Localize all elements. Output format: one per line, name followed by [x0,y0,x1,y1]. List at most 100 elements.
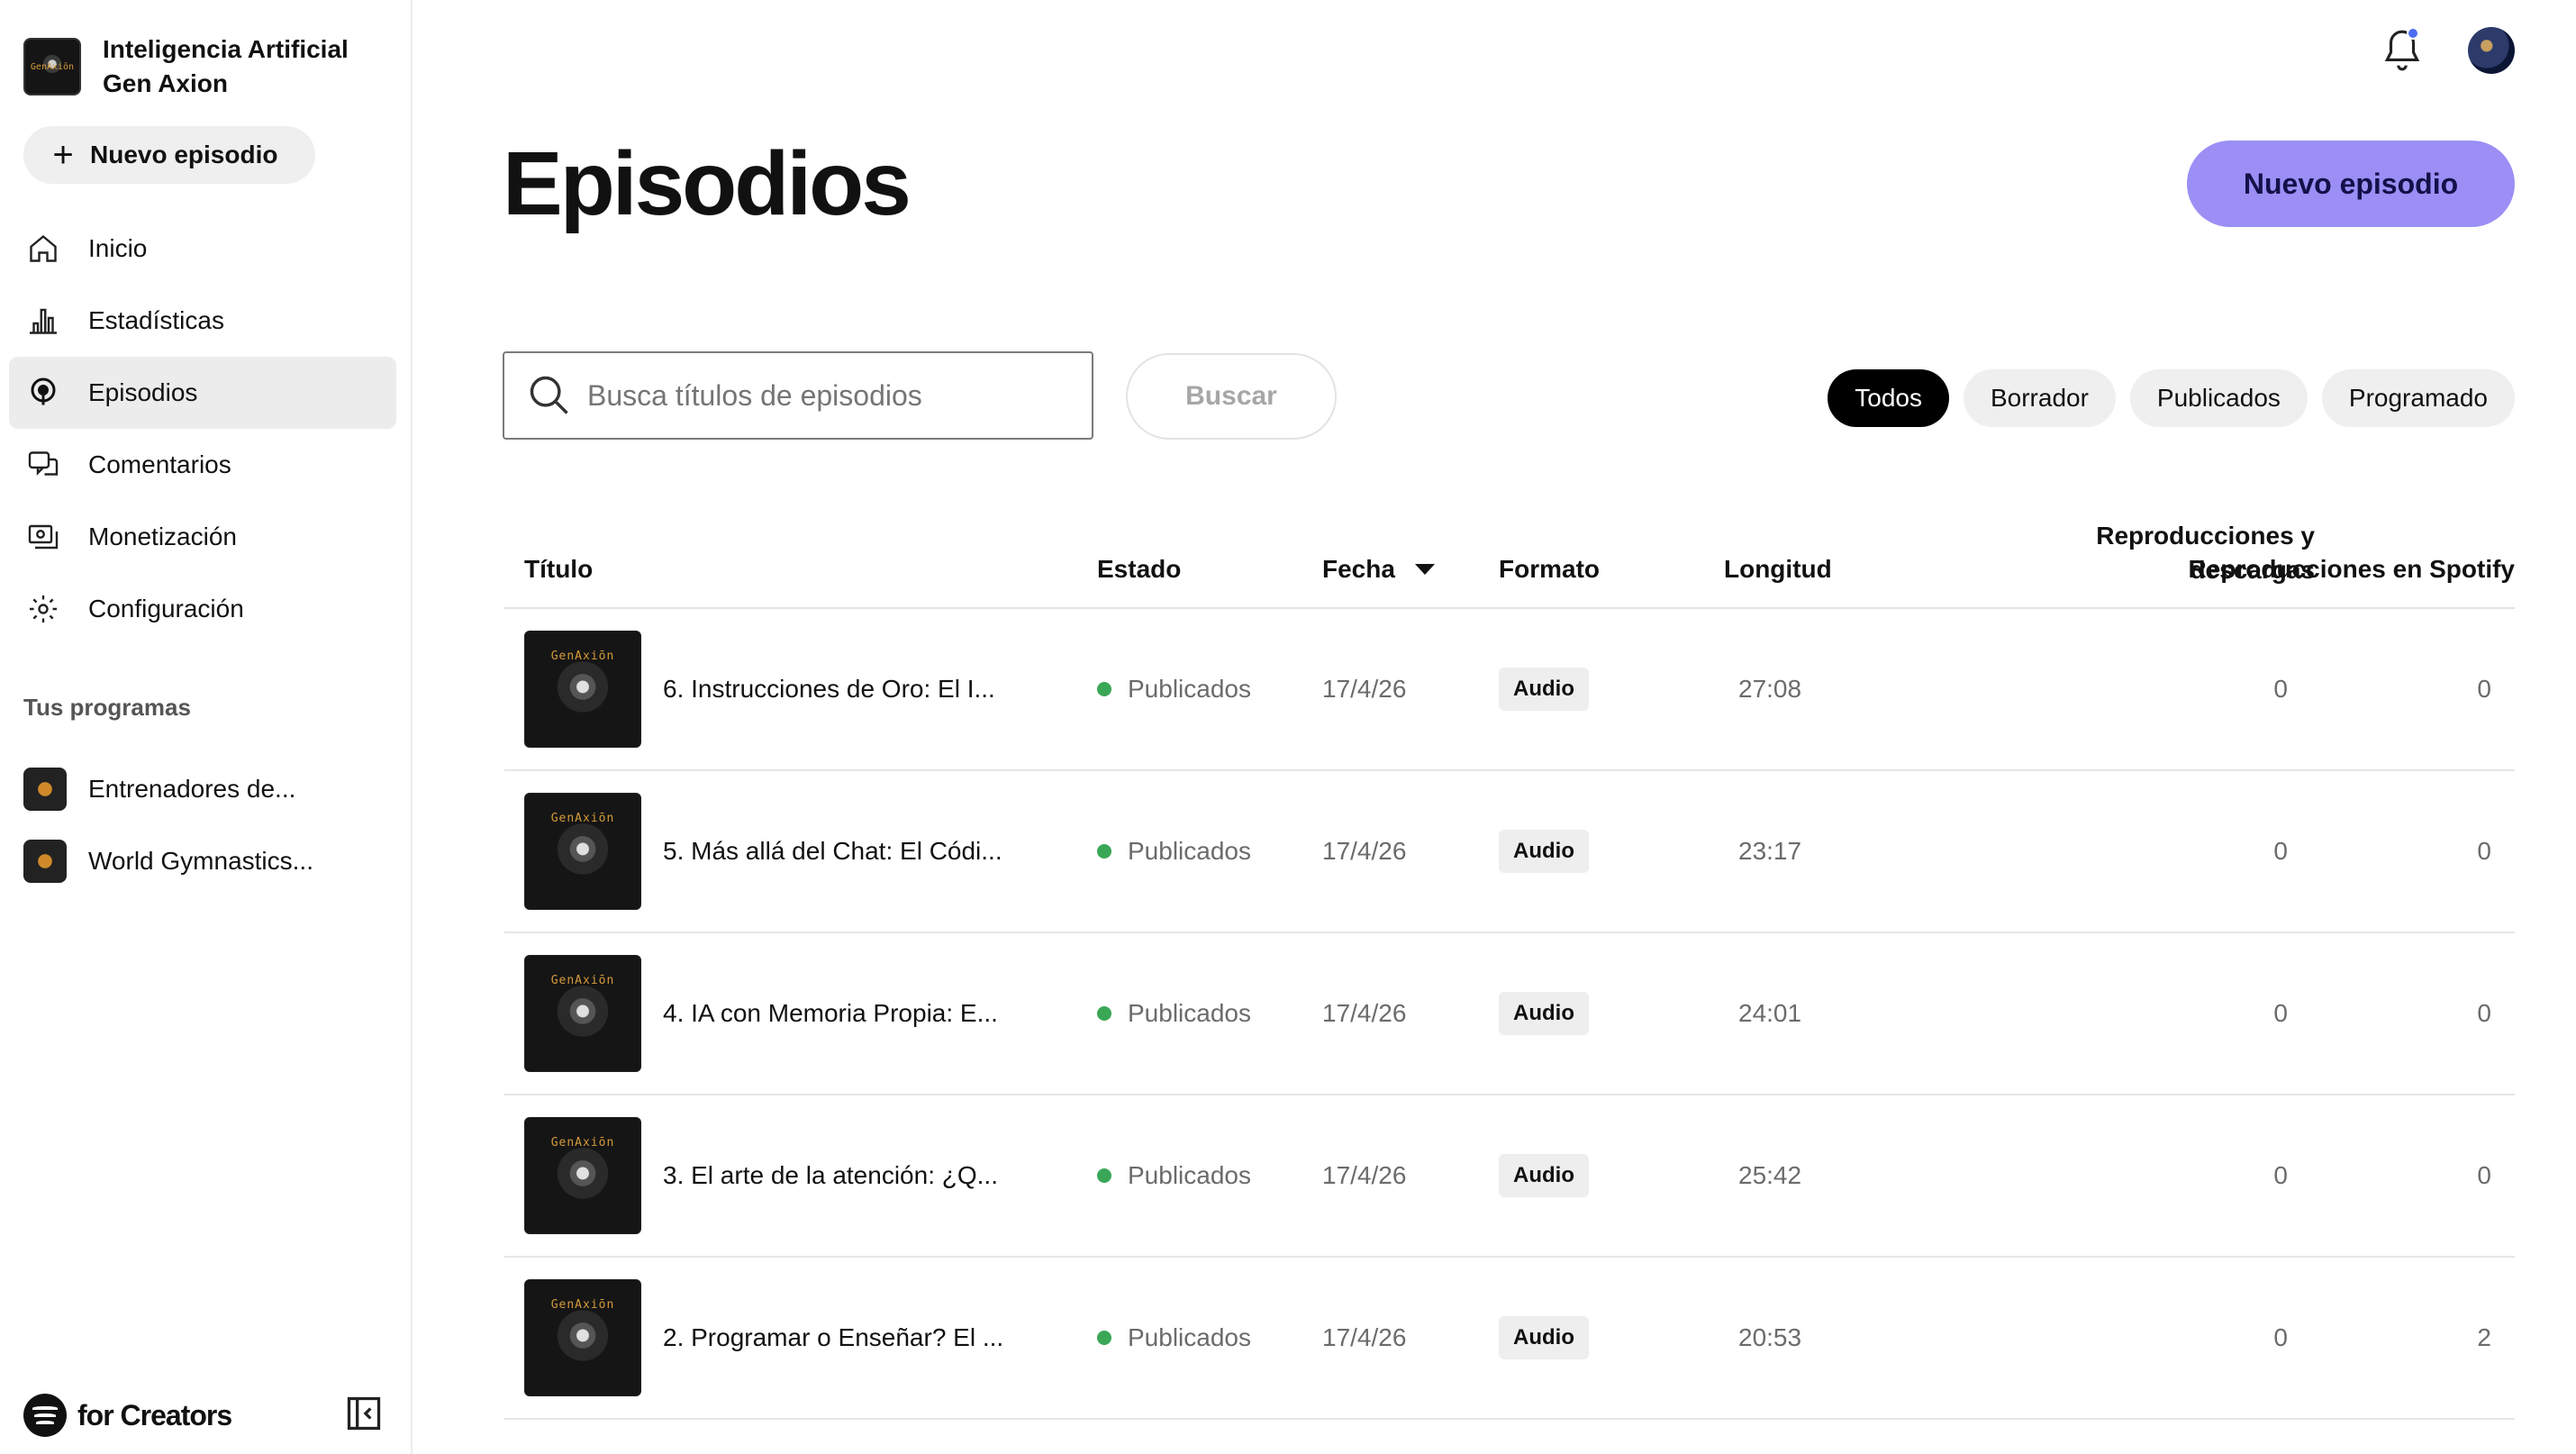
episode-title-cell[interactable]: GenAxiōn 5. Más allá del Chat: El Códi... [524,771,1002,931]
filter-borrador[interactable]: Borrador [1963,369,2116,427]
status-filters: Todos Borrador Publicados Programado [1828,369,2515,427]
status-cell: Publicados [1097,609,1251,769]
status-dot [1097,682,1111,696]
column-date[interactable]: Fecha [1322,555,1435,584]
podcast-icon [27,375,72,411]
status-text: Publicados [1128,837,1251,865]
filter-programado[interactable]: Programado [2321,369,2515,427]
length-cell: 24:01 [1738,999,1802,1027]
column-format[interactable]: Formato [1499,555,1600,584]
notification-dot [2407,27,2419,40]
sidebar-item-episodios[interactable]: Episodios [9,357,396,429]
search-icon [530,376,568,414]
format-badge: Audio [1499,668,1589,711]
notifications-bell-icon[interactable] [2380,25,2425,76]
date-cell: 17/4/26 [1322,999,1407,1027]
episode-thumbnail: GenAxiōn [524,1279,641,1396]
topbar [2380,25,2515,76]
search-input[interactable] [587,378,1056,413]
avatar[interactable] [2468,27,2515,74]
table-row[interactable]: GenAxiōn 5. Más allá del Chat: El Códi...… [504,771,2515,933]
collapse-sidebar-icon[interactable] [344,1394,384,1438]
table-row[interactable]: GenAxiōn 4. IA con Memoria Propia: E... Pu… [504,933,2515,1095]
search-box[interactable] [503,351,1093,440]
sidebar-item-label: Monetización [88,523,237,550]
column-spotify-plays[interactable]: Reproducciones en Spotify [2126,555,2516,584]
brand[interactable]: GenAxiōn Inteligencia Artificial Gen Axi… [23,32,373,101]
episode-title-cell[interactable]: GenAxiōn 6. Instrucciones de Oro: El I... [524,609,995,769]
episode-title-cell[interactable]: GenAxiōn 3. El arte de la atención: ¿Q... [524,1095,998,1256]
length-cell: 20:53 [1738,1323,1802,1351]
status-cell: Publicados [1097,1095,1251,1256]
episode-title-cell[interactable]: GenAxiōn 4. IA con Memoria Propia: E... [524,933,998,1094]
status-cell: Publicados [1097,933,1251,1094]
column-title[interactable]: Título [524,555,593,584]
search-button[interactable]: Buscar [1126,353,1337,440]
column-length[interactable]: Longitud [1724,555,1832,584]
filter-todos[interactable]: Todos [1828,369,1949,427]
sidebar-item-label: Configuración [88,595,244,622]
plays-cell: 0 [2273,837,2288,865]
sidebar-item-label: Inicio [88,234,148,262]
spotify-plays-cell: 0 [2477,1161,2491,1189]
spotify-for-creators-logo[interactable]: for Creators [23,1394,232,1437]
filter-publicados[interactable]: Publicados [2129,369,2308,427]
program-thumbnail [23,768,67,811]
new-episode-sidebar-button[interactable]: + Nuevo episodio [23,126,315,184]
sidebar: GenAxiōn Inteligencia Artificial Gen Axi… [0,0,413,1454]
status-text: Publicados [1128,1323,1251,1351]
plus-icon: + [52,135,74,175]
length-cell: 27:08 [1738,675,1802,703]
sidebar-footer: for Creators [23,1393,384,1438]
program-thumbnail [23,840,67,883]
episode-thumbnail: GenAxiōn [524,955,641,1072]
program-item[interactable]: Entrenadores de... [23,753,313,825]
thumbnail-logo-text: GenAxiōn [550,1298,615,1312]
date-cell: 17/4/26 [1322,1323,1407,1351]
spotify-plays-cell: 0 [2477,675,2491,703]
programs-title: Tus programas [23,694,191,721]
page-title: Episodios [503,133,912,234]
program-label: Entrenadores de... [88,775,296,803]
episode-title: 6. Instrucciones de Oro: El I... [663,675,995,703]
program-item[interactable]: World Gymnastics... [23,825,313,897]
sidebar-item-label: Comentarios [88,450,231,478]
status-dot [1097,1331,1111,1345]
episode-thumbnail: GenAxiōn [524,793,641,910]
format-badge: Audio [1499,830,1589,873]
table-row[interactable]: GenAxiōn 6. Instrucciones de Oro: El I...… [504,609,2515,771]
format-cell: Audio [1499,771,1589,931]
episode-title: 3. El arte de la atención: ¿Q... [663,1161,998,1189]
brand-logo: GenAxiōn [23,38,81,95]
date-cell: 17/4/26 [1322,837,1407,865]
table-row[interactable]: GenAxiōn 2. Programar o Enseñar? El ... Pu… [504,1258,2515,1420]
status-dot [1097,844,1111,859]
thumbnail-logo-text: GenAxiōn [550,974,615,987]
format-cell: Audio [1499,1095,1589,1256]
sidebar-nav: Inicio Estadísticas Episodios Comentario… [9,213,396,645]
monetization-icon [27,519,72,555]
length-cell: 25:42 [1738,1161,1802,1189]
episodes-table: Título Estado Fecha Formato Longitud Rep… [504,513,2515,1420]
table-row[interactable]: GenAxiōn 3. El arte de la atención: ¿Q...… [504,1095,2515,1258]
bar-chart-icon [27,303,72,339]
episode-title: 2. Programar o Enseñar? El ... [663,1323,1004,1351]
format-cell: Audio [1499,1258,1589,1418]
status-cell: Publicados [1097,771,1251,931]
date-cell: 17/4/26 [1322,1161,1407,1189]
status-text: Publicados [1128,999,1251,1027]
column-status[interactable]: Estado [1097,555,1181,584]
sidebar-item-monetizacion[interactable]: Monetización [9,501,396,573]
status-dot [1097,1006,1111,1021]
sidebar-item-inicio[interactable]: Inicio [9,213,396,285]
sidebar-item-configuracion[interactable]: Configuración [9,573,396,645]
sidebar-item-comentarios[interactable]: Comentarios [9,429,396,501]
spotify-plays-cell: 0 [2477,999,2491,1027]
sidebar-item-estadisticas[interactable]: Estadísticas [9,285,396,357]
episode-title-cell[interactable]: GenAxiōn 2. Programar o Enseñar? El ... [524,1258,1003,1418]
format-cell: Audio [1499,933,1589,1094]
programs-list: Entrenadores de... World Gymnastics... [23,753,313,897]
new-episode-button[interactable]: Nuevo episodio [2187,141,2515,227]
gear-icon [27,591,72,627]
sort-desc-icon [1414,564,1435,575]
